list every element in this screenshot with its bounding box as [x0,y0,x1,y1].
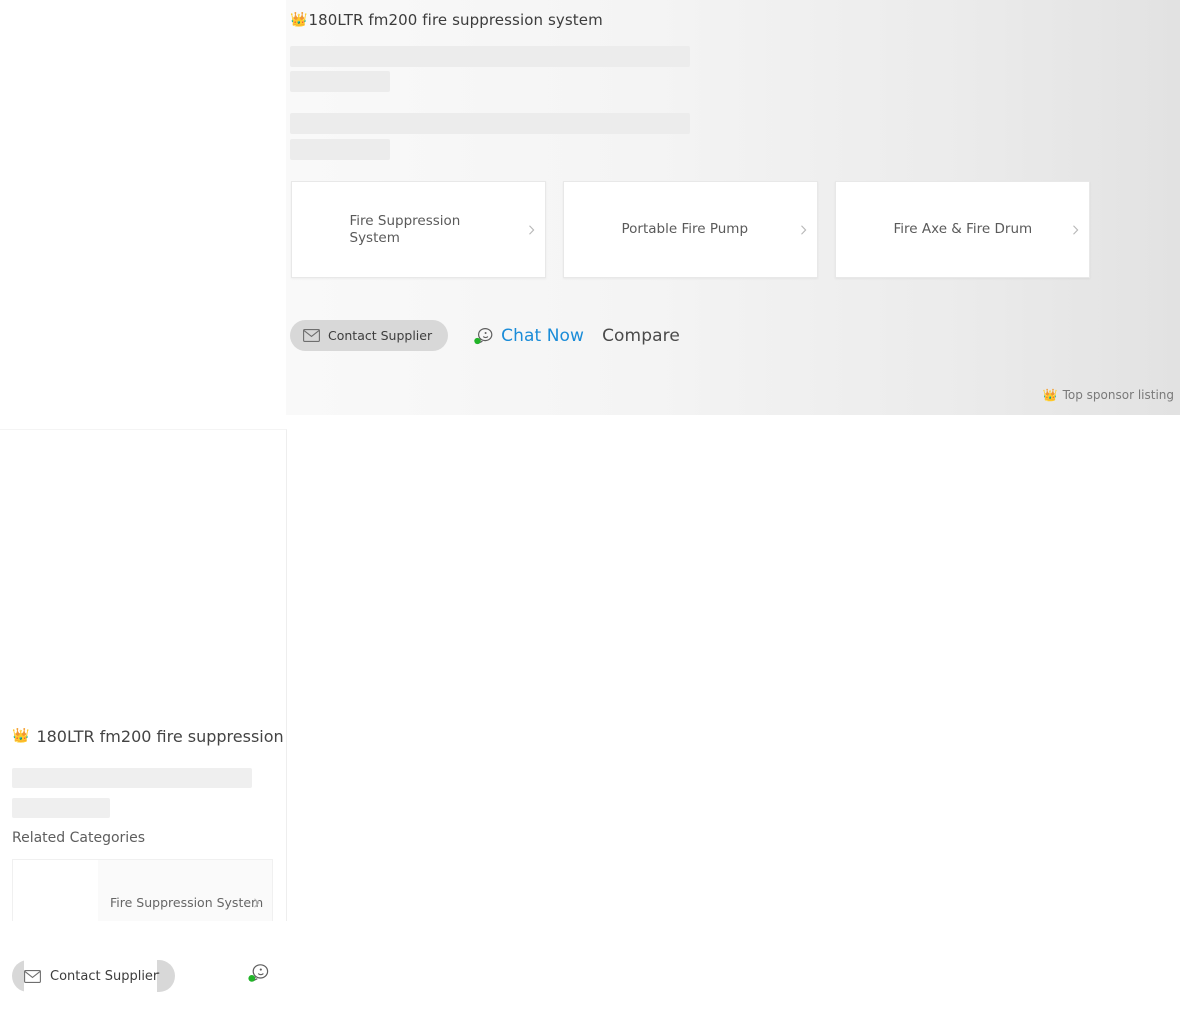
contact-supplier-label: Contact Supplier [328,328,432,343]
related-categories-row: Fire Suppression System Portable Fire Pu… [291,181,1090,278]
chat-now-label: Chat Now [501,326,584,346]
listing-actions-row: Contact Supplier Chat Now Comp [290,320,680,351]
panel-bottom-action-bar: Contact Supplier Contact Supplier [0,955,287,1003]
panel-skeleton-line-1 [12,768,252,788]
chat-bubble-icon [248,968,270,987]
chat-bubble-icon [474,327,494,345]
category-card-label: Portable Fire Pump [616,221,766,238]
skeleton-line-2 [290,71,390,92]
envelope-icon [303,329,320,342]
panel-product-title-row[interactable]: 👑 180LTR fm200 fire suppression system [12,724,287,748]
panel-contact-supplier-inner[interactable]: Contact Supplier [24,960,158,992]
chevron-right-icon [251,897,262,908]
compare-button[interactable]: Compare [602,326,680,346]
skeleton-line-3 [290,113,690,134]
chevron-right-icon [526,224,537,235]
product-image-pane [0,0,286,415]
panel-chat-now-button[interactable] [248,963,270,983]
top-sponsor-listing-section: 👑 180LTR fm200 fire suppression system F… [0,0,1180,415]
panel-category-label: Fire Suppression System [98,895,263,911]
skeleton-line-1 [290,46,690,67]
contact-supplier-button[interactable]: Contact Supplier [290,320,448,351]
crown-icon: 👑 [12,729,29,743]
envelope-icon [24,970,41,983]
chevron-right-icon [1070,224,1081,235]
panel-contact-supplier-label-2: Contact Supplier [50,969,158,984]
page-root: 👑 180LTR fm200 fire suppression system F… [0,0,1180,1014]
panel-product-title: 180LTR fm200 fire suppression system [36,727,287,746]
category-card-fire-axe-fire-drum[interactable]: Fire Axe & Fire Drum [835,181,1090,278]
category-card-label: Fire Suppression System [344,213,494,247]
product-title-row[interactable]: 👑 180LTR fm200 fire suppression system [290,8,603,32]
panel-product-image-pane [0,430,287,710]
panel-category-card-fire-suppression-system[interactable]: Fire Suppression System [12,859,273,921]
top-sponsor-tag: 👑 Top sponsor listing [1043,388,1174,402]
crown-icon: 👑 [1043,389,1058,401]
mobile-listing-panel: 👑 180LTR fm200 fire suppression system R… [0,429,287,921]
panel-related-categories-heading: Related Categories [12,830,145,846]
top-sponsor-label: Top sponsor listing [1063,388,1174,402]
panel-skeleton-line-2 [12,798,110,818]
chat-now-button[interactable]: Chat Now [474,326,584,346]
crown-icon: 👑 [290,13,307,27]
panel-category-thumbnail [13,860,98,921]
category-card-fire-suppression-system[interactable]: Fire Suppression System [291,181,546,278]
chevron-right-icon [798,224,809,235]
product-title: 180LTR fm200 fire suppression system [308,11,602,29]
listing-content: 👑 180LTR fm200 fire suppression system F… [290,0,1180,415]
skeleton-line-4 [290,139,390,160]
category-card-label: Fire Axe & Fire Drum [888,221,1038,238]
category-card-portable-fire-pump[interactable]: Portable Fire Pump [563,181,818,278]
